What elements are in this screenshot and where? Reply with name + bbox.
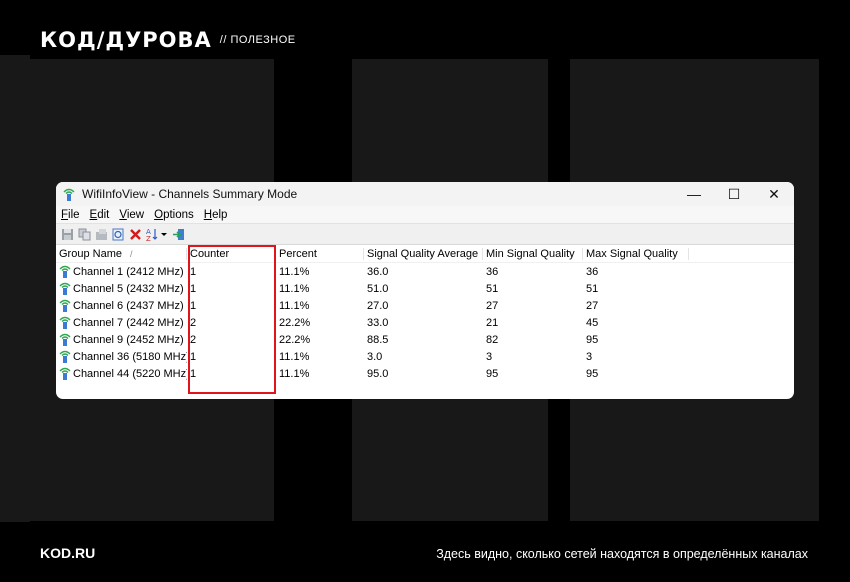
counter-column-highlight [188,245,276,394]
save-icon[interactable] [60,227,75,242]
wifi-icon [59,316,71,329]
group-name-cell: Channel 36 (5180 MHz) [73,350,187,363]
group-name-cell: Channel 5 (2432 MHz) [73,282,184,295]
percent-cell: 11.1% [279,350,310,363]
max-signal-cell: 3 [586,350,593,363]
svg-text:Z: Z [146,235,151,241]
table-row[interactable]: Channel 9 (2452 MHz) 2 22.2% 88.5 82 95 [56,331,794,348]
min-signal-cell: 27 [486,299,499,312]
group-name-cell: Channel 44 (5220 MHz) [73,367,187,380]
min-signal-cell: 3 [486,350,493,363]
column-header-group-name[interactable]: Group Name / [56,247,187,260]
percent-cell: 11.1% [279,367,310,380]
group-name-cell: Channel 1 (2412 MHz) [73,265,184,278]
brand: КОД/ДУРОВА // ПОЛЕЗНОЕ [40,28,296,52]
signal-average-cell: 51.0 [367,282,389,295]
close-button[interactable]: ✕ [754,182,794,206]
percent-cell: 11.1% [279,265,310,278]
percent-cell: 22.2% [279,316,311,329]
sort-icon[interactable]: AZ [145,227,169,242]
signal-average-cell: 33.0 [367,316,389,329]
group-name-cell: Channel 7 (2442 MHz) [73,316,184,329]
wifi-icon [59,333,71,346]
copy-icon[interactable] [77,227,92,242]
group-name-cell: Channel 6 (2437 MHz) [73,299,184,312]
wifi-icon [59,299,71,312]
percent-cell: 11.1% [279,299,310,312]
app-window: WifiInfoView - Channels Summary Mode — ☐… [56,182,794,399]
channels-table: Group Name / Counter Percent Signal Quali… [56,245,794,394]
minimize-button[interactable]: — [674,182,714,206]
group-name-cell: Channel 9 (2452 MHz) [73,333,184,346]
brand-tag: // ПОЛЕЗНОЕ [219,34,296,46]
copy-html-icon[interactable] [94,227,109,242]
table-row[interactable]: Channel 44 (5220 MHz) 1 11.1% 95.0 95 95 [56,365,794,382]
signal-average-cell: 3.0 [367,350,383,363]
footer-caption: Здесь видно, сколько сетей находятся в о… [436,547,808,561]
wifi-icon [59,265,71,278]
delete-icon[interactable] [128,227,143,242]
min-signal-cell: 21 [486,316,499,329]
wifi-app-icon [63,188,75,201]
table-header: Group Name / Counter Percent Signal Quali… [56,245,794,263]
title-bar[interactable]: WifiInfoView - Channels Summary Mode — ☐… [56,182,794,206]
max-signal-cell: 95 [586,333,599,346]
table-row[interactable]: Channel 36 (5180 MHz) 1 11.1% 3.0 3 3 [56,348,794,365]
menu-file[interactable]: File [61,209,80,221]
max-signal-cell: 95 [586,367,599,380]
sort-arrow-icon: / [129,248,133,259]
min-signal-cell: 82 [486,333,499,346]
table-body: Channel 1 (2412 MHz) 1 11.1% 36.0 36 36 … [56,263,794,382]
signal-average-cell: 88.5 [367,333,389,346]
percent-cell: 11.1% [279,282,310,295]
menu-edit[interactable]: Edit [90,209,110,221]
brand-logo: КОД/ДУРОВА [40,28,212,52]
max-signal-cell: 27 [586,299,599,312]
max-signal-cell: 36 [586,265,599,278]
wifi-icon [59,350,71,363]
column-header-signal-quality-average[interactable]: Signal Quality Average [364,247,483,260]
bg-block [0,55,30,522]
signal-average-cell: 95.0 [367,367,389,380]
menu-view[interactable]: View [119,209,144,221]
min-signal-cell: 95 [486,367,499,380]
maximize-button[interactable]: ☐ [714,182,754,206]
percent-cell: 22.2% [279,333,311,346]
column-header-min-signal-quality[interactable]: Min Signal Quality [483,247,583,260]
min-signal-cell: 51 [486,282,499,295]
wifi-icon [59,282,71,295]
footer-site: KOD.RU [40,545,96,561]
exit-icon[interactable] [171,227,186,242]
menu-help[interactable]: Help [204,209,228,221]
window-title: WifiInfoView - Channels Summary Mode [82,187,298,201]
html-report-icon[interactable] [111,227,126,242]
table-row[interactable]: Channel 5 (2432 MHz) 1 11.1% 51.0 51 51 [56,280,794,297]
min-signal-cell: 36 [486,265,499,278]
signal-average-cell: 36.0 [367,265,389,278]
signal-average-cell: 27.0 [367,299,389,312]
table-row[interactable]: Channel 1 (2412 MHz) 1 11.1% 36.0 36 36 [56,263,794,280]
menu-options[interactable]: Options [154,209,194,221]
max-signal-cell: 51 [586,282,599,295]
menu-bar: File Edit View Options Help [56,206,794,223]
column-header-percent[interactable]: Percent [276,247,364,260]
toolbar: AZ [56,223,794,245]
table-row[interactable]: Channel 7 (2442 MHz) 2 22.2% 33.0 21 45 [56,314,794,331]
max-signal-cell: 45 [586,316,599,329]
table-row[interactable]: Channel 6 (2437 MHz) 1 11.1% 27.0 27 27 [56,297,794,314]
column-header-max-signal-quality[interactable]: Max Signal Quality [583,247,689,260]
wifi-icon [59,367,71,380]
